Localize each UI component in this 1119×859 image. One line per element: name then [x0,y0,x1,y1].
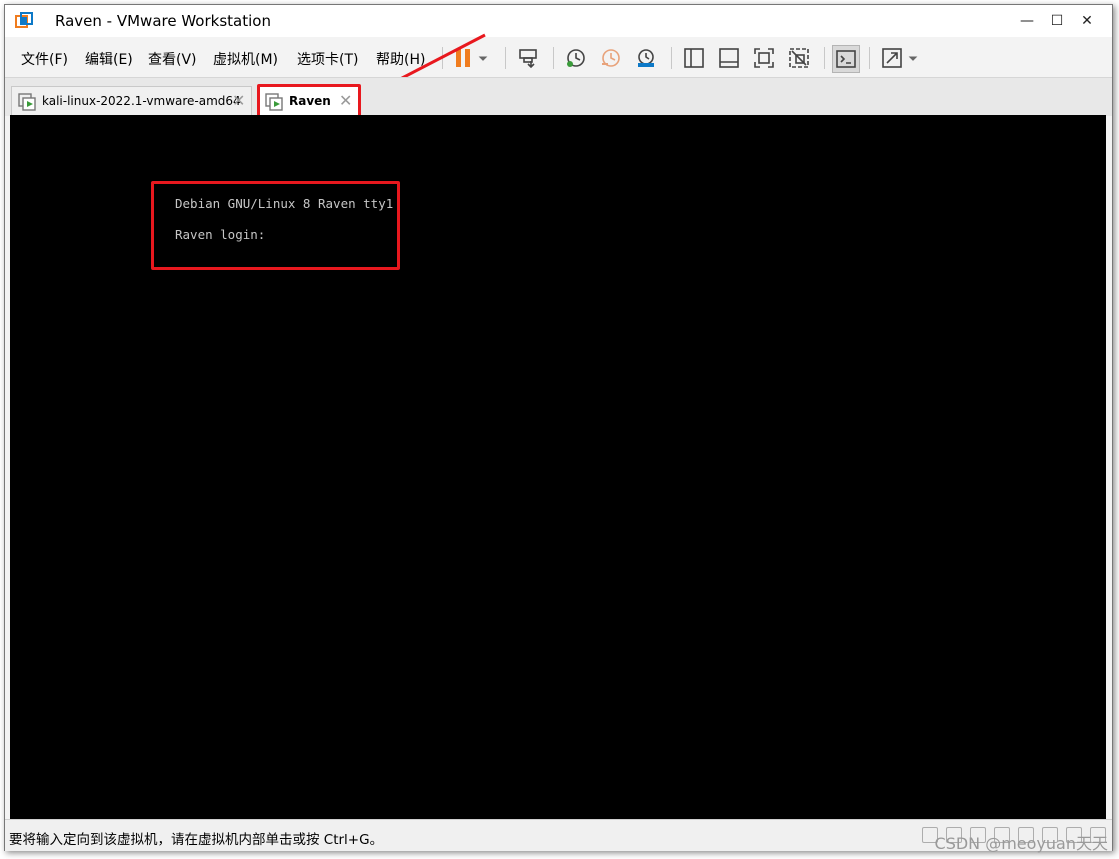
menu-tabs[interactable]: 选项卡(T) [297,49,358,69]
menu-file[interactable]: 文件(F) [21,49,68,69]
minimize-button[interactable]: — [1013,9,1041,33]
vmware-window: Raven - VMware Workstation — ☐ ✕ 文件(F) 编… [4,4,1113,853]
unity-icon[interactable] [786,45,812,71]
toolbar-separator [671,47,672,69]
vm-running-icon [18,93,36,111]
toolbar-separator [869,47,870,69]
menu-view[interactable]: 查看(V) [148,49,197,69]
snapshot-manager-icon[interactable] [633,45,659,71]
tab-bar: kali-linux-2022.1-vmware-amd64 ✕ Raven ✕ [5,77,1112,118]
tab-kali-linux[interactable]: kali-linux-2022.1-vmware-amd64 ✕ [11,86,252,116]
snapshot-revert-icon[interactable] [598,45,624,71]
window-title: Raven - VMware Workstation [55,12,271,30]
toolbar-separator [505,47,506,69]
status-message: 要将输入定向到该虚拟机，请在虚拟机内部单击或按 Ctrl+G。 [9,832,384,848]
snapshot-take-icon[interactable] [563,45,589,71]
menu-vm[interactable]: 虚拟机(M) [213,49,278,69]
csdn-watermark: CSDN @meoyuan天天 [934,834,1108,853]
toolbar-separator [824,47,825,69]
show-library-icon[interactable] [681,45,707,71]
tab-close-icon[interactable]: ✕ [232,91,245,110]
stretch-guest-icon[interactable] [879,45,905,71]
status-bar: 要将输入定向到该虚拟机，请在虚拟机内部单击或按 Ctrl+G。 CSDN @me… [5,819,1112,853]
vmware-logo-icon [15,12,33,28]
close-button[interactable]: ✕ [1073,9,1101,33]
console-highlight-box [151,181,400,270]
maximize-button[interactable]: ☐ [1043,9,1071,33]
tab-label: kali-linux-2022.1-vmware-amd64 [42,94,241,108]
console-view-icon[interactable] [832,45,860,73]
title-bar: Raven - VMware Workstation — ☐ ✕ [5,5,1112,37]
tab-highlight-box [257,84,361,118]
view-dropdown-arrow-icon[interactable] [905,45,921,71]
send-ctrl-alt-del-icon[interactable] [515,45,541,71]
vm-console-screen[interactable]: Debian GNU/Linux 8 Raven tty1 Raven logi… [10,115,1106,819]
show-thumbnail-bar-icon[interactable] [716,45,742,71]
menu-bar: 文件(F) 编辑(E) 查看(V) 虚拟机(M) 选项卡(T) 帮助(H) [5,33,1112,97]
full-screen-icon[interactable] [751,45,777,71]
toolbar-separator [553,47,554,69]
menu-edit[interactable]: 编辑(E) [85,49,133,69]
